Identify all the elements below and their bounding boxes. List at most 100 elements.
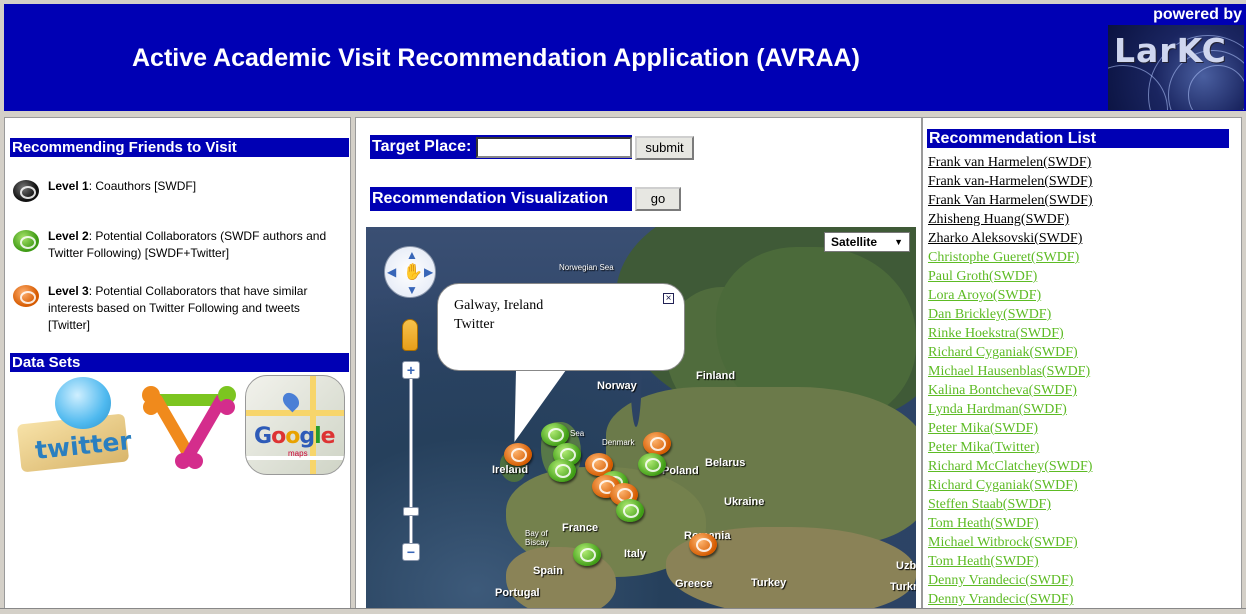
- map-label: Uzb: [896, 560, 916, 572]
- recommendation-link[interactable]: Michael Hausenblas(SWDF): [928, 362, 1228, 381]
- twitter-dataset-logo[interactable]: twitter: [13, 375, 133, 475]
- recommendation-link[interactable]: Lynda Hardman(SWDF): [928, 400, 1228, 419]
- pan-up-icon[interactable]: ▲: [406, 248, 418, 262]
- section-title-friends: Recommending Friends to Visit: [10, 138, 349, 157]
- recommendation-link[interactable]: Zhisheng Huang(SWDF): [928, 210, 1228, 229]
- info-window-source: Twitter: [454, 317, 495, 332]
- pan-left-icon[interactable]: ◀: [387, 265, 396, 279]
- map-label: Sea: [570, 429, 585, 438]
- zoom-in-button[interactable]: +: [402, 361, 420, 379]
- map-marker-level3[interactable]: [689, 533, 717, 556]
- level-description: : Coauthors [SWDF]: [88, 179, 197, 193]
- google-maps-dataset-logo[interactable]: Google maps: [245, 375, 345, 475]
- recommendation-link[interactable]: Peter Mika(Twitter): [928, 438, 1228, 457]
- maps-logo-subtext: maps: [288, 449, 308, 458]
- map-marker-level2[interactable]: [638, 453, 666, 476]
- recommendation-list-title: Recommendation List: [927, 129, 1229, 148]
- map-type-select[interactable]: Satellite ▼: [824, 232, 910, 252]
- recommendation-link[interactable]: Steffen Staab(SWDF): [928, 495, 1228, 514]
- map-label: Italy: [624, 548, 647, 560]
- level-name: Level 3: [48, 284, 89, 298]
- close-icon[interactable]: ×: [663, 293, 674, 304]
- foaf-dataset-logo[interactable]: [139, 375, 239, 475]
- map-label: Ukraine: [724, 496, 765, 508]
- target-place-input[interactable]: [476, 137, 632, 158]
- recommendation-link[interactable]: Paul Groth(SWDF): [928, 267, 1228, 286]
- recommendation-link[interactable]: Frank van-Harmelen(SWDF): [928, 172, 1228, 191]
- map-pin-icon: [279, 389, 303, 413]
- dropdown-arrow-icon: ▼: [894, 237, 903, 247]
- map-label: Greece: [675, 578, 713, 590]
- page-header: Active Academic Visit Recommendation App…: [4, 4, 1246, 111]
- recommendation-link[interactable]: Richard Cyganiak(SWDF): [928, 476, 1228, 495]
- map-label: Turkmeni: [890, 581, 916, 593]
- zoom-slider-track[interactable]: [409, 373, 413, 555]
- submit-button[interactable]: submit: [635, 136, 694, 160]
- recommendation-link[interactable]: Richard McClatchey(SWDF): [928, 457, 1228, 476]
- zoom-slider-handle[interactable]: [403, 507, 419, 516]
- map-label: Bay of Biscay: [525, 529, 549, 547]
- pan-down-icon[interactable]: ▼: [406, 283, 418, 297]
- twitter-bird-icon: [55, 377, 111, 429]
- map-label: Poland: [662, 465, 699, 477]
- logo-text: LarKC: [1114, 31, 1227, 70]
- map-type-label: Satellite: [831, 235, 878, 249]
- recommendation-panel: Recommendation List Frank van Harmelen(S…: [922, 117, 1242, 609]
- recommendation-link[interactable]: Kalina Bontcheva(SWDF): [928, 381, 1228, 400]
- go-button[interactable]: go: [635, 187, 681, 211]
- recommendation-link[interactable]: Frank van Harmelen(SWDF): [928, 153, 1228, 172]
- level-description: : Potential Collaborators (SWDF authors …: [48, 229, 327, 260]
- orange-pin-icon: [11, 283, 41, 309]
- recommendation-link[interactable]: Michael Witbrock(SWDF): [928, 533, 1228, 552]
- recommendation-visualization-label: Recommendation Visualization: [370, 187, 632, 211]
- zoom-out-button[interactable]: −: [402, 543, 420, 561]
- street-view-pegman-icon[interactable]: [402, 319, 418, 351]
- map-label: Norway: [597, 380, 637, 392]
- map-marker-level2[interactable]: [616, 499, 644, 522]
- info-window: Galway, Ireland Twitter ×: [437, 283, 685, 371]
- section-title-datasets: Data Sets: [10, 353, 349, 372]
- map-label: Spain: [533, 565, 563, 577]
- recommendation-link[interactable]: Frank Van Harmelen(SWDF): [928, 191, 1228, 210]
- map-marker-level2[interactable]: [573, 543, 601, 566]
- map-label: Denmark: [602, 438, 635, 447]
- recommendation-link[interactable]: Denny Vrandecic(SWDF): [928, 571, 1228, 590]
- map-label: Norwegian Sea: [559, 263, 614, 272]
- recommendation-link[interactable]: Christophe Gueret(SWDF): [928, 248, 1228, 267]
- recommendation-link[interactable]: Zharko Aleksovski(SWDF): [928, 229, 1228, 248]
- recommendation-link[interactable]: Lora Aroyo(SWDF): [928, 286, 1228, 305]
- visualization-panel: Target Place: submit Recommendation Visu…: [355, 117, 922, 609]
- level-name: Level 2: [48, 229, 89, 243]
- satellite-map[interactable]: Norwegian Sea Norway Finland Sea Denmark…: [366, 227, 916, 609]
- recommendation-link[interactable]: Peter Mika(SWDF): [928, 419, 1228, 438]
- page-title: Active Academic Visit Recommendation App…: [132, 44, 860, 72]
- info-window-location: Galway, Ireland: [454, 298, 544, 313]
- map-label: Finland: [696, 370, 736, 382]
- map-marker-level3[interactable]: [643, 432, 671, 455]
- map-label: Portugal: [495, 587, 540, 599]
- pan-right-icon[interactable]: ▶: [424, 265, 433, 279]
- powered-by-label: powered by: [1153, 6, 1242, 23]
- recommendation-link[interactable]: Rinke Hoekstra(SWDF): [928, 324, 1228, 343]
- map-label: France: [562, 522, 599, 534]
- map-pan-control[interactable]: ▲ ▼ ◀ ▶ ✋: [384, 246, 436, 298]
- recommendation-link[interactable]: Tom Heath(SWDF): [928, 552, 1228, 571]
- map-label: Ireland: [492, 464, 529, 476]
- recommendation-link[interactable]: Richard Cyganiak(SWDF): [928, 343, 1228, 362]
- green-pin-icon: [11, 228, 41, 254]
- legend-panel: Recommending Friends to Visit Level 1: C…: [4, 117, 351, 609]
- recommendation-link[interactable]: Denny Vrandecic(SWDF): [928, 590, 1228, 609]
- recommendation-list: Frank van Harmelen(SWDF) Frank van-Harmel…: [928, 153, 1228, 609]
- map-label: Turkey: [751, 577, 787, 589]
- google-logo-text: Google: [254, 424, 336, 449]
- browser-status-bar: [0, 608, 1246, 614]
- recommendation-link[interactable]: Tom Heath(SWDF): [928, 514, 1228, 533]
- larkc-logo[interactable]: LarKC: [1108, 25, 1244, 110]
- map-label: Belarus: [705, 457, 746, 469]
- black-pin-icon: [11, 178, 41, 204]
- map-marker-level2[interactable]: [548, 459, 576, 482]
- map-marker-level3[interactable]: [504, 443, 532, 466]
- foaf-triangle-icon: [142, 386, 236, 469]
- level-name: Level 1: [48, 179, 89, 193]
- recommendation-link[interactable]: Dan Brickley(SWDF): [928, 305, 1228, 324]
